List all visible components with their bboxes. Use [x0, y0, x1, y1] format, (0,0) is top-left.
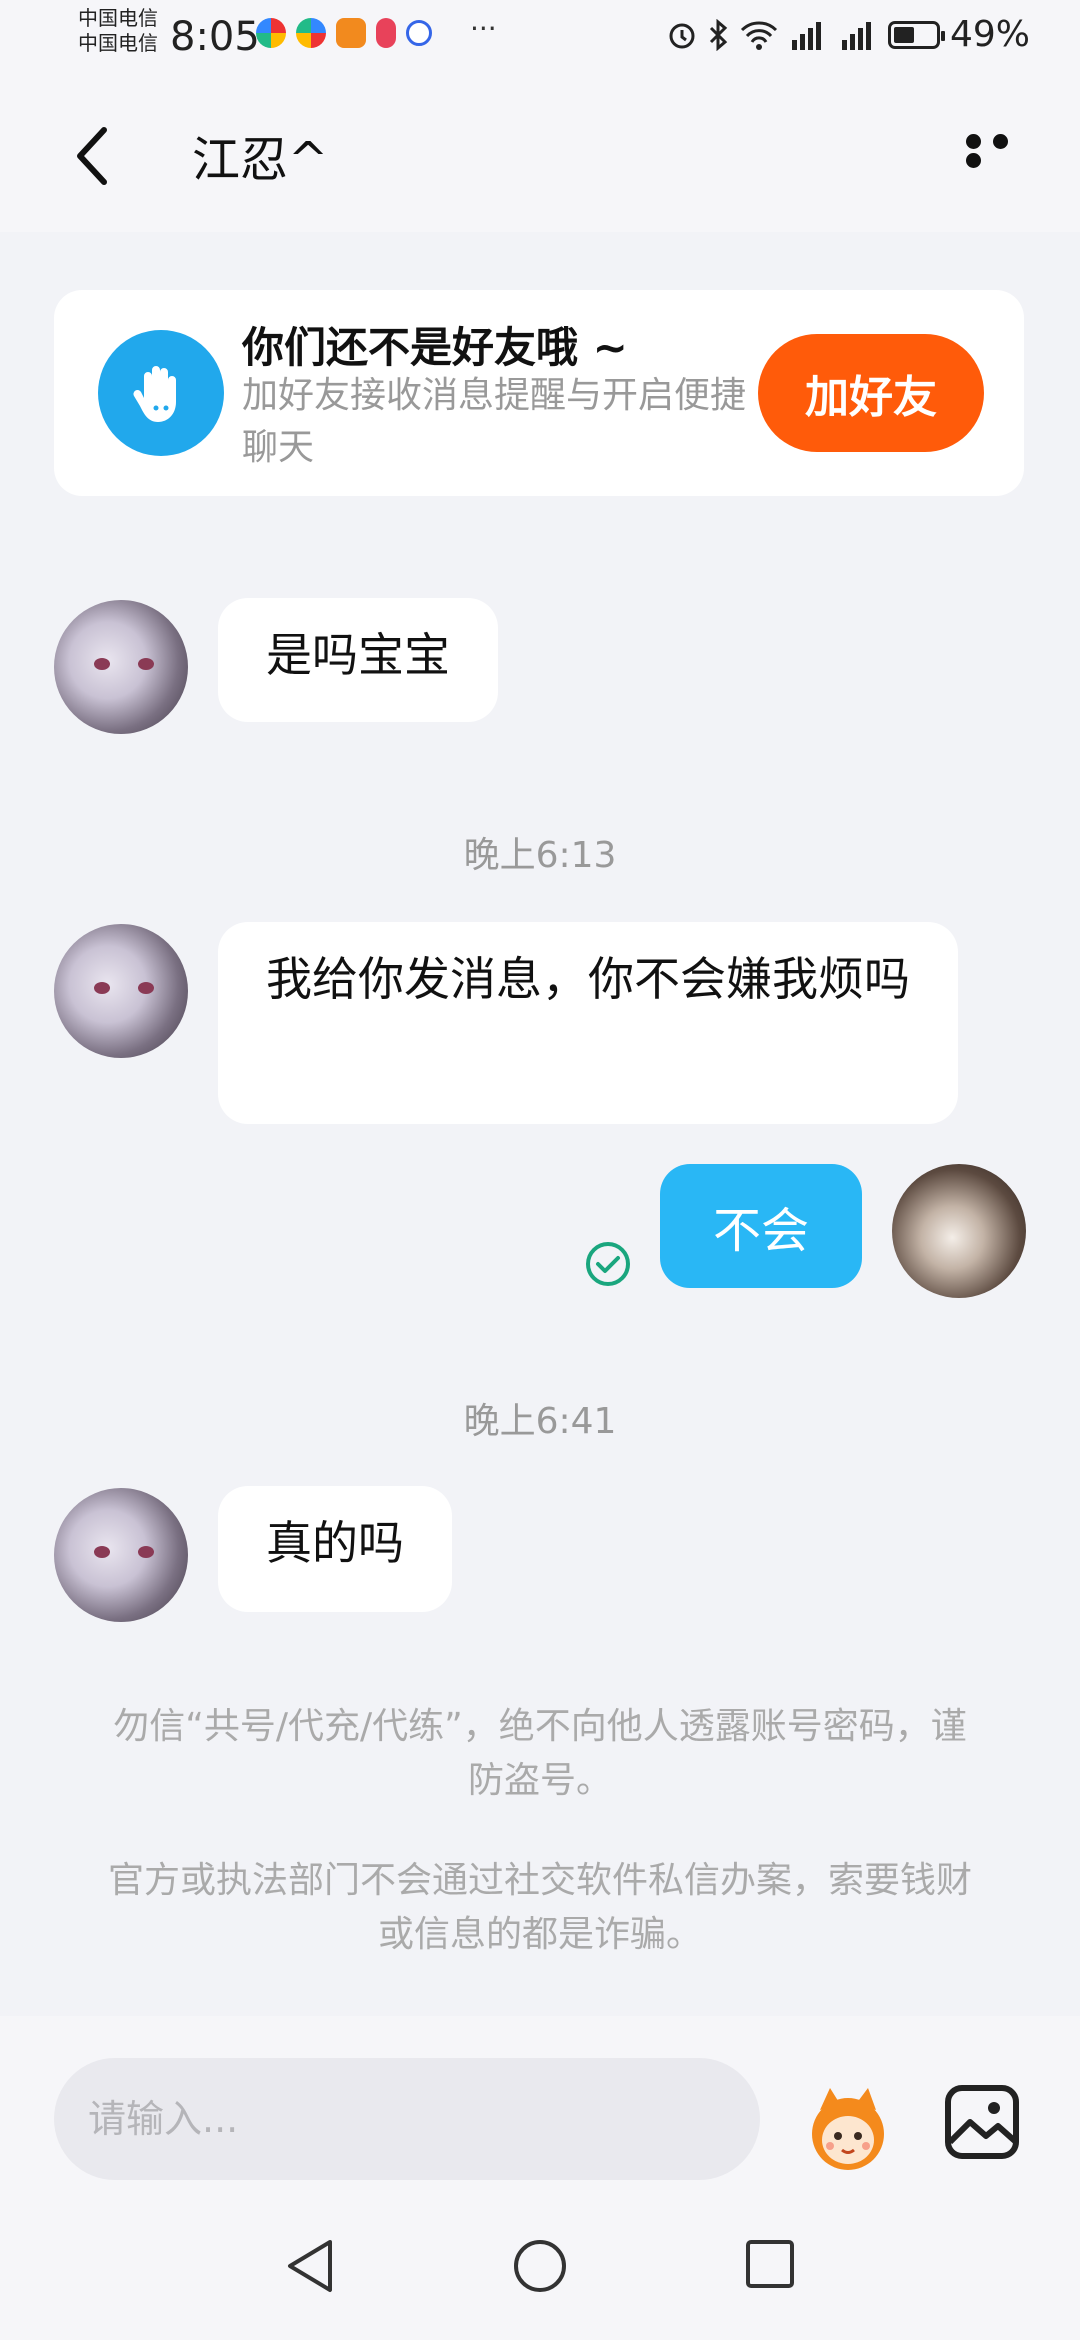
user-avatar[interactable] [892, 1164, 1026, 1298]
add-friend-button[interactable]: 加好友 [758, 334, 984, 452]
message-input[interactable] [54, 2058, 760, 2180]
message-bubble-self[interactable]: 不会 [660, 1164, 862, 1288]
add-friend-card: 你们还不是好友哦 ~ 加好友接收消息提醒与开启便捷聊天 加好友 [54, 290, 1024, 496]
app-notification-icon [296, 18, 326, 48]
image-picker-icon[interactable] [942, 2082, 1022, 2162]
baidu-icon [406, 20, 432, 46]
read-check-icon [586, 1242, 630, 1286]
bluetooth-icon [709, 18, 728, 51]
wifi-icon [740, 20, 778, 50]
wave-hand-icon [98, 330, 224, 456]
chat-title: 江忍^ [192, 132, 329, 188]
battery-percent: 49% [949, 14, 1030, 55]
friend-card-title: 你们还不是好友哦 ~ [242, 323, 628, 372]
video-app-icon [336, 18, 366, 48]
nav-back-icon[interactable] [282, 2236, 338, 2296]
contact-avatar[interactable] [54, 600, 188, 734]
red-app-icon [376, 18, 396, 48]
more-notifications-icon: ··· [470, 12, 497, 45]
contact-avatar[interactable] [54, 1488, 188, 1622]
input-bar [0, 2016, 1080, 2192]
status-time: 8:05 [170, 14, 260, 60]
signal-icon [791, 21, 821, 50]
notification-icons [256, 18, 432, 48]
contact-avatar[interactable] [54, 924, 188, 1058]
fraud-notice: 官方或执法部门不会通过社交软件私信办案，索要钱财或信息的都是诈骗。 [107, 1860, 972, 1955]
message-timestamp: 晚上6:13 [463, 835, 617, 876]
status-bar: 中国电信 中国电信 8:05 ··· 49% [0, 0, 1080, 78]
security-notice: 勿信“共号/代充/代练”，绝不向他人透露账号密码，谨防盗号。 [113, 1706, 967, 1801]
alarm-icon [669, 23, 695, 48]
system-status-icons: 49% [666, 14, 1030, 55]
message-bubble[interactable]: 真的吗 [218, 1486, 452, 1612]
system-nav-bar [0, 2192, 1080, 2340]
message-bubble[interactable]: 是吗宝宝 [218, 598, 498, 722]
app-notification-icon [256, 18, 286, 48]
back-arrow-icon[interactable] [68, 116, 128, 196]
message-timestamp: 晚上6:41 [463, 1401, 617, 1442]
signal-icon [841, 21, 871, 50]
mascot-emoji-icon[interactable] [800, 2080, 896, 2176]
carrier-2: 中国电信 [78, 31, 158, 55]
nav-home-icon[interactable] [512, 2238, 568, 2294]
battery-fill [893, 26, 914, 43]
carrier-label: 中国电信 中国电信 [78, 6, 158, 56]
chat-header: 江忍^ [0, 78, 1080, 232]
friend-card-subtitle: 加好友接收消息提醒与开启便捷聊天 [242, 375, 747, 468]
nav-recent-apps-icon[interactable] [744, 2238, 796, 2290]
battery-icon [887, 20, 945, 49]
message-bubble[interactable]: 我给你发消息，你不会嫌我烦吗 [218, 922, 958, 1124]
carrier-1: 中国电信 [78, 6, 158, 30]
more-options-icon[interactable] [960, 134, 1040, 174]
